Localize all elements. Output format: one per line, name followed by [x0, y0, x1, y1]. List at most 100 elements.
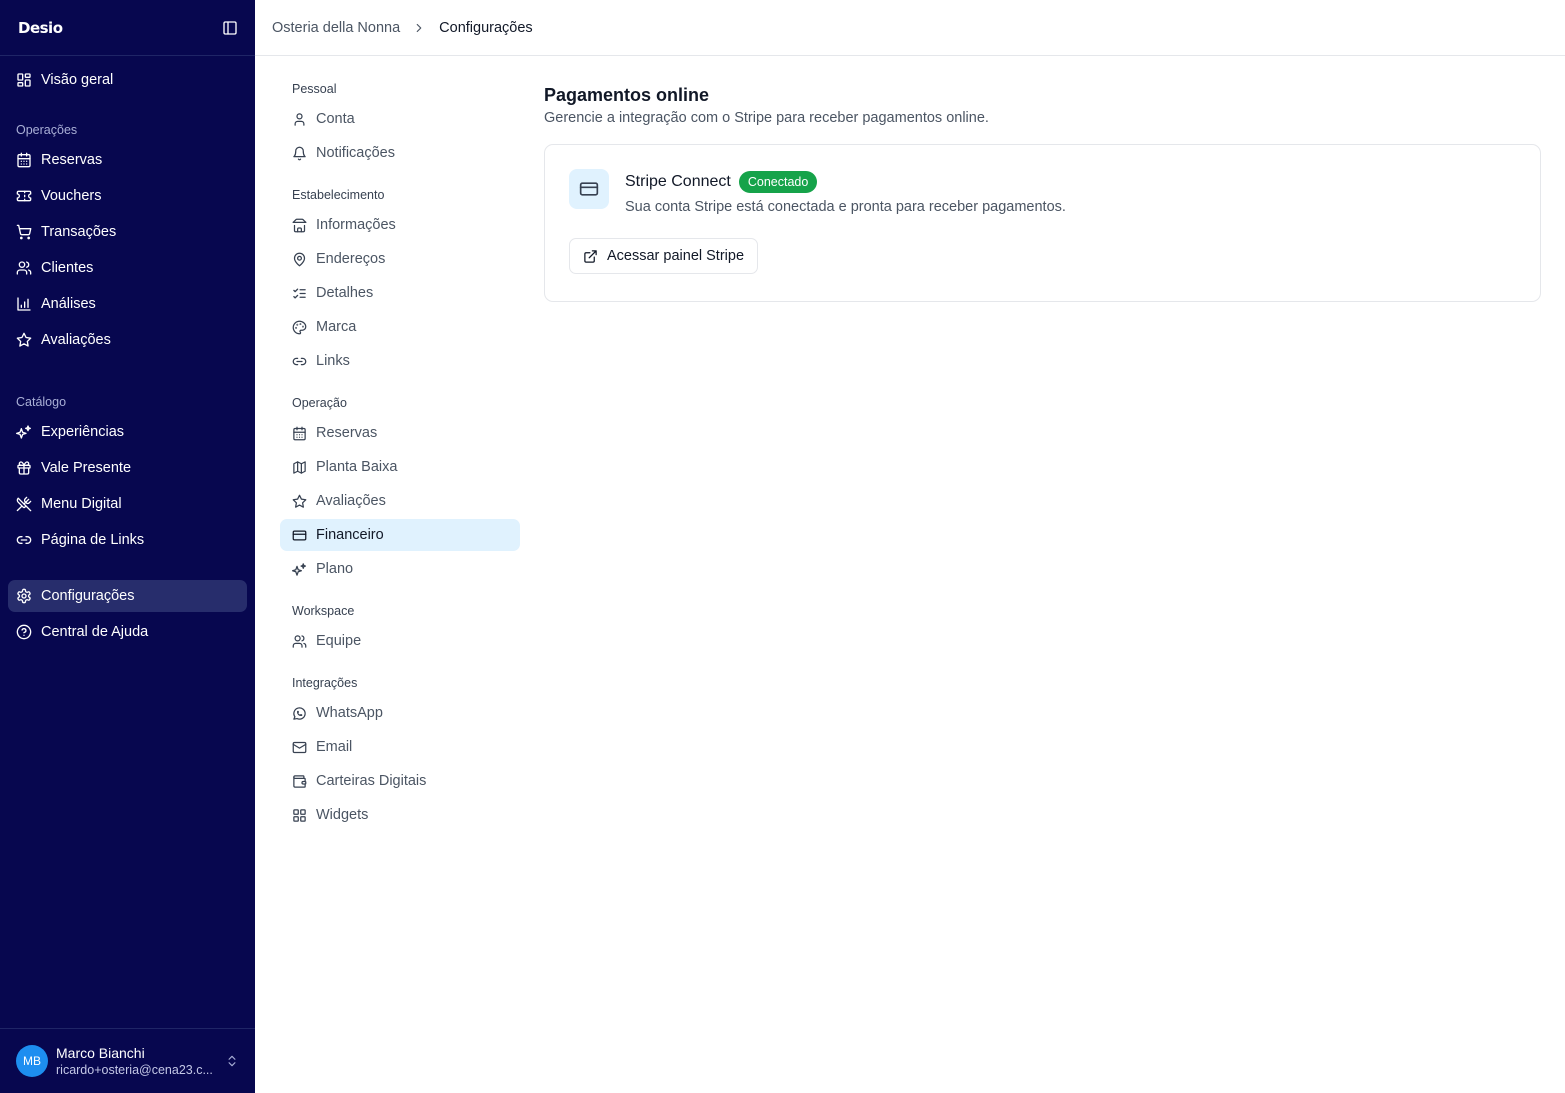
ticket-icon [16, 190, 32, 202]
sidebar-item-label: Análises [41, 296, 96, 312]
settings-item-label: Financeiro [316, 527, 384, 543]
sidebar-item-label: Vale Presente [41, 460, 132, 476]
sidebar-item-analises[interactable]: Análises [8, 288, 247, 320]
calendar-icon [17, 152, 31, 168]
sidebar-toggle-button[interactable] [219, 17, 241, 39]
card-title: Stripe Connect [625, 173, 731, 190]
shopping-cart-icon [16, 224, 32, 240]
status-badge: Conectado [738, 171, 818, 193]
sidebar-item-vouchers[interactable]: Vouchers [8, 180, 247, 212]
sparkles-icon [292, 562, 307, 576]
map-icon [293, 460, 306, 474]
main-sidebar: Desio Visão geral Operações Reservas Vou… [0, 0, 255, 1093]
settings-item-label: Widgets [316, 807, 369, 823]
settings-group-pessoal: Pessoal [292, 82, 337, 96]
sidebar-item-label: Clientes [41, 260, 94, 276]
users-icon [16, 261, 32, 275]
settings-item-label: Informações [316, 217, 396, 233]
whatsapp-icon [293, 706, 306, 720]
settings-item-avaliacoes[interactable]: Avaliações [280, 485, 520, 517]
calendar-icon [293, 426, 306, 440]
settings-item-carteiras-digitais[interactable]: Carteiras Digitais [280, 765, 520, 797]
bar-chart-icon [17, 297, 31, 311]
sidebar-item-configuracoes[interactable]: Configurações [8, 580, 247, 612]
settings-item-financeiro[interactable]: Financeiro [280, 519, 520, 551]
settings-item-planta-baixa[interactable]: Planta Baixa [280, 451, 520, 483]
settings-item-label: Endereços [316, 251, 386, 267]
user-name: Marco Bianchi [56, 1044, 145, 1061]
settings-item-label: Links [316, 353, 350, 369]
list-checks-icon [293, 288, 306, 298]
settings-item-widgets[interactable]: Widgets [280, 799, 520, 831]
sidebar-item-central-de-ajuda[interactable]: Central de Ajuda [8, 616, 247, 648]
settings-group-operacao: Operação [292, 396, 347, 410]
settings-item-enderecos[interactable]: Endereços [280, 243, 520, 275]
stripe-connect-card: Stripe Connect Conectado Sua conta Strip… [544, 144, 1541, 302]
sidebar-item-label: Vouchers [41, 188, 102, 204]
settings-item-reservas[interactable]: Reservas [280, 417, 520, 449]
settings-item-email[interactable]: Email [280, 731, 520, 763]
bell-icon [293, 146, 306, 160]
breadcrumb-current: Configurações [439, 19, 533, 36]
settings-item-label: WhatsApp [316, 705, 383, 721]
panel-left-icon [223, 20, 237, 35]
sidebar-item-label: Avaliações [41, 332, 111, 348]
settings-item-label: Equipe [316, 633, 362, 649]
credit-card-icon [579, 182, 599, 196]
sidebar-item-reservas[interactable]: Reservas [8, 144, 247, 176]
sidebar-item-avaliacoes[interactable]: Avaliações [8, 324, 247, 356]
mail-icon [292, 741, 307, 753]
settings-item-label: Planta Baixa [316, 459, 398, 475]
user-email: ricardo+osteria@cena23.c... [56, 1062, 213, 1077]
settings-item-label: Avaliações [316, 493, 386, 509]
chevrons-up-down-icon [228, 1055, 236, 1067]
settings-item-marca[interactable]: Marca [280, 311, 520, 343]
settings-item-label: Detalhes [316, 285, 374, 301]
sidebar-item-overview[interactable]: Visão geral [8, 64, 247, 96]
settings-item-conta[interactable]: Conta [280, 103, 520, 135]
app-logo[interactable]: Desio [18, 19, 63, 37]
settings-item-whatsapp[interactable]: WhatsApp [280, 697, 520, 729]
sidebar-item-label: Central de Ajuda [41, 624, 149, 640]
settings-group-integracoes: Integrações [292, 676, 358, 690]
card-description: Sua conta Stripe está conectada e pronta… [625, 199, 1066, 215]
open-stripe-dashboard-button[interactable]: Acessar painel Stripe [569, 238, 759, 274]
utensils-crossed-icon [16, 496, 32, 512]
user-info: Marco Bianchi ricardo+osteria@cena23.c..… [56, 1045, 217, 1078]
settings-item-label: Marca [316, 319, 357, 335]
sidebar-item-pagina-de-links[interactable]: Página de Links [8, 524, 247, 556]
external-link-icon [584, 249, 597, 263]
page-title: Pagamentos online [544, 85, 710, 105]
star-icon [292, 494, 307, 508]
settings-item-plano[interactable]: Plano [280, 553, 520, 585]
breadcrumb-parent[interactable]: Osteria della Nonna [272, 20, 400, 36]
settings-item-label: Carteiras Digitais [316, 773, 427, 789]
button-label: Acessar painel Stripe [607, 248, 745, 264]
settings-item-detalhes[interactable]: Detalhes [280, 277, 520, 309]
store-icon [292, 218, 307, 232]
star-icon [16, 332, 32, 347]
settings-item-equipe[interactable]: Equipe [280, 625, 520, 657]
stripe-card-icon-box [569, 169, 609, 209]
sidebar-item-clientes[interactable]: Clientes [8, 252, 247, 284]
settings-item-links[interactable]: Links [280, 345, 520, 377]
settings-group-workspace: Workspace [292, 604, 355, 618]
sidebar-item-label: Menu Digital [41, 496, 122, 512]
gift-icon [17, 461, 31, 475]
sidebar-item-experiencias[interactable]: Experiências [8, 416, 247, 448]
sidebar-item-label: Transações [41, 224, 117, 240]
sidebar-item-menu-digital[interactable]: Menu Digital [8, 488, 247, 520]
avatar: MB [16, 1045, 48, 1077]
user-icon [294, 112, 305, 126]
sidebar-item-vale-presente[interactable]: Vale Presente [8, 452, 247, 484]
sidebar-group-catalogo: Catálogo [16, 395, 67, 409]
user-menu[interactable]: MB Marco Bianchi ricardo+osteria@cena23.… [0, 1028, 255, 1093]
settings-item-notificacoes[interactable]: Notificações [280, 137, 520, 169]
sidebar-group-operacoes: Operações [16, 123, 78, 137]
settings-item-label: Notificações [316, 145, 395, 161]
settings-item-label: Conta [316, 111, 355, 127]
sidebar-item-transacoes[interactable]: Transações [8, 216, 247, 248]
link-icon [292, 357, 307, 365]
settings-item-informacoes[interactable]: Informações [280, 209, 520, 241]
layout-grid-icon [17, 73, 31, 87]
